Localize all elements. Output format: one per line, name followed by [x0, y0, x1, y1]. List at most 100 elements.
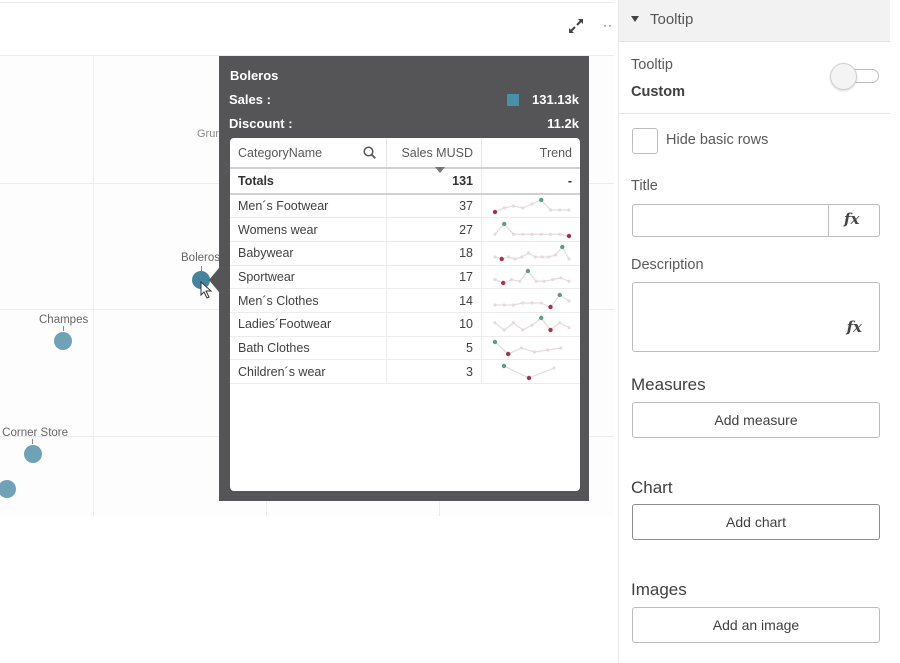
- sparkline-point: [548, 232, 553, 236]
- column-header-label: Sales MUSD: [401, 145, 473, 160]
- sparkline-point: [521, 206, 525, 210]
- expand-icon[interactable]: [566, 16, 586, 36]
- sparkline-min-point: [499, 257, 504, 262]
- more-options-icon[interactable]: ··: [603, 18, 615, 32]
- sparkline-point: [540, 255, 544, 259]
- sparkline-path: [494, 246, 570, 260]
- sparkline-max-point: [492, 339, 498, 345]
- column-header-trend[interactable]: Trend: [481, 138, 580, 169]
- tooltip-row-value: 131.13k: [532, 92, 579, 107]
- description-input[interactable]: fx: [632, 282, 880, 352]
- point-label-tick: [63, 326, 64, 331]
- table-row[interactable]: Men´s Clothes 14: [230, 288, 580, 313]
- sparkline-max-point: [502, 221, 507, 226]
- sparkline-point: [493, 232, 497, 236]
- sales-value: 5: [386, 336, 482, 361]
- tooltip-row-label: Sales :: [229, 92, 271, 107]
- category-name: Sportwear: [230, 265, 388, 290]
- sparkline-point: [548, 208, 553, 212]
- sparkline-point: [519, 346, 523, 350]
- sparkline: [493, 268, 571, 286]
- title-input[interactable]: fx: [632, 204, 880, 237]
- measures-heading: Measures: [631, 375, 706, 394]
- sparkline-max-point: [539, 197, 544, 203]
- table-row[interactable]: Children´s wear 3: [230, 359, 580, 384]
- data-point-corner-store[interactable]: [24, 445, 42, 463]
- sparkline-point: [521, 328, 525, 332]
- category-name: Womens wear: [230, 217, 388, 242]
- sales-value: 27: [386, 217, 482, 242]
- sparkline-point: [552, 366, 556, 370]
- data-point-champes[interactable]: [54, 332, 72, 350]
- tooltip-section-header[interactable]: Tooltip: [619, 0, 890, 42]
- title-label: Title: [631, 178, 658, 194]
- description-label: Description: [631, 257, 704, 273]
- sparkline-point: [511, 321, 516, 325]
- search-icon[interactable]: [363, 146, 377, 159]
- point-label: Boleros: [181, 252, 220, 264]
- category-name: Bath Clothes: [230, 336, 388, 361]
- legend-swatch: [507, 94, 519, 106]
- hide-basic-rows-checkbox[interactable]: [632, 128, 658, 154]
- table-row[interactable]: Bath Clothes 5: [230, 336, 580, 361]
- category-name: Babywear: [230, 241, 388, 266]
- sparkline-point: [553, 253, 558, 257]
- chart-heading: Chart: [631, 478, 673, 497]
- sparkline-point: [567, 298, 571, 303]
- sparkline-point: [547, 255, 551, 259]
- trend-cell: [481, 217, 580, 242]
- sparkline-point: [511, 204, 516, 208]
- table-row[interactable]: Babywear 18: [230, 241, 580, 266]
- sparkline: [493, 292, 571, 309]
- trend-cell: [481, 312, 580, 337]
- sparkline-point: [530, 232, 534, 236]
- title-expression-button[interactable]: fx: [828, 205, 879, 236]
- sparkline-point: [502, 328, 506, 332]
- tooltip-toggle[interactable]: [830, 63, 880, 90]
- fx-icon[interactable]: fx: [847, 318, 862, 336]
- tooltip-pointer: [209, 268, 219, 292]
- images-heading: Images: [631, 580, 687, 599]
- sparkline-path: [494, 199, 569, 213]
- table-row[interactable]: Men´s Footwear 37: [230, 194, 580, 219]
- trend-cell: [481, 336, 580, 361]
- sparkline-min-point: [526, 375, 532, 380]
- sparkline: [492, 339, 563, 357]
- column-header-categoryname[interactable]: CategoryName: [230, 138, 388, 169]
- point-label-tick: [32, 439, 33, 444]
- hide-basic-rows-label: Hide basic rows: [666, 132, 769, 148]
- add-chart-button[interactable]: Add chart: [632, 504, 880, 540]
- category-name: Ladies´Footwear: [230, 312, 388, 337]
- sparkline-point: [493, 255, 497, 259]
- sparkline-point: [527, 251, 531, 255]
- sparkline-min-point: [492, 209, 498, 215]
- tooltip-table: CategoryName Sales MUSD Trend Totals 131…: [230, 138, 580, 491]
- trend-cell: [481, 241, 580, 266]
- sparkline-point: [539, 232, 543, 236]
- totals-row: Totals 131 -: [230, 168, 580, 195]
- totals-trend: -: [481, 168, 580, 195]
- table-row[interactable]: Ladies´Footwear 10: [230, 312, 580, 337]
- sparkline-point: [493, 302, 497, 307]
- sparkline-point: [546, 348, 550, 352]
- table-row[interactable]: Womens wear 27: [230, 217, 580, 242]
- table-row[interactable]: Sportwear 17: [230, 265, 580, 290]
- sparkline-point: [518, 279, 522, 283]
- sparkline: [492, 197, 571, 215]
- sparkline-point: [511, 302, 516, 307]
- caret-down-icon: [631, 16, 639, 22]
- column-header-sales[interactable]: Sales MUSD: [386, 138, 482, 173]
- sales-value: 37: [386, 194, 482, 219]
- point-label: Champes: [39, 314, 89, 326]
- totals-label: Totals: [230, 168, 388, 195]
- category-name: Men´s Clothes: [230, 288, 388, 313]
- sparkline-point: [521, 232, 525, 236]
- sales-value: 10: [386, 312, 482, 337]
- sales-value: 3: [386, 359, 482, 384]
- sparkline-point: [502, 302, 506, 307]
- add-measure-button[interactable]: Add measure: [632, 402, 880, 438]
- sparkline-max-point: [557, 292, 562, 297]
- add-image-button[interactable]: Add an image: [632, 607, 880, 643]
- sparkline-point: [511, 232, 516, 236]
- sparkline-max-point: [501, 363, 507, 368]
